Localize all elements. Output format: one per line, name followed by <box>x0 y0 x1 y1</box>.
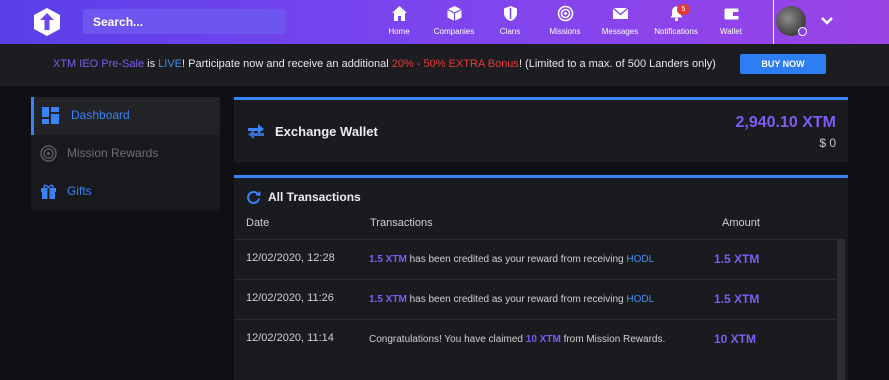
notification-badge: 5 <box>677 4 690 15</box>
target-icon <box>40 145 57 167</box>
chevron-down-icon[interactable] <box>820 14 834 33</box>
desc-amount: 1.5 XTM <box>369 254 407 265</box>
avatar-status-dot <box>798 27 807 36</box>
refresh-icon[interactable] <box>246 190 261 210</box>
profile-divider <box>773 0 774 44</box>
transaction-description: 1.5 XTM has been credited as your reward… <box>369 292 699 308</box>
wallet-amount: 2,940.10 XTM <box>735 114 837 131</box>
desc-link[interactable]: HODL <box>626 254 654 265</box>
nav-notifications-label: Notifications <box>654 27 698 36</box>
gift-icon <box>40 183 57 205</box>
transactions-scrollbar[interactable] <box>837 239 845 380</box>
sidebar-item-dashboard[interactable]: Dashboard <box>31 97 220 135</box>
nav-wallet-label: Wallet <box>720 27 742 36</box>
transaction-description: 1.5 XTM has been credited as your reward… <box>369 252 699 268</box>
banner-mid: ! Participate now and receive an additio… <box>182 58 392 70</box>
logo-icon[interactable] <box>32 7 62 37</box>
transactions-card: All Transactions Date Transactions Amoun… <box>234 175 848 380</box>
nav-home[interactable]: Home <box>383 4 415 40</box>
desc-pre: Congratulations! You have claimed <box>369 334 526 345</box>
shield-icon <box>492 5 528 25</box>
transaction-description: Congratulations! You have claimed 10 XTM… <box>369 332 669 348</box>
table-row: 12/02/2020, 11:26 1.5 XTM has been credi… <box>234 279 836 319</box>
bell-icon <box>651 5 701 25</box>
exchange-wallet-card: Exchange Wallet 2,940.10 XTM $ 0 <box>234 97 848 162</box>
nav-home-label: Home <box>388 27 410 36</box>
dashboard-icon <box>42 107 59 129</box>
nav-companies-label: Companies <box>433 27 475 36</box>
nav-clans-label: Clans <box>499 27 521 36</box>
banner-is: is <box>144 58 159 70</box>
column-header-amount: Amount <box>722 217 760 229</box>
nav-missions-label: Missions <box>549 27 581 36</box>
transaction-date: 12/02/2020, 11:26 <box>246 292 334 304</box>
banner-end: ! (Limited to a max. of 500 Landers only… <box>518 58 716 70</box>
search-input[interactable]: Search... <box>83 9 286 34</box>
sidebar-item-label: Dashboard <box>71 108 130 122</box>
transaction-date: 12/02/2020, 12:28 <box>246 252 335 264</box>
sidebar-item-mission-rewards[interactable]: Mission Rewards <box>31 135 220 173</box>
nav-clans[interactable]: Clans <box>492 4 528 40</box>
nav-messages-label: Messages <box>601 27 639 36</box>
target-icon <box>545 5 585 25</box>
nav-wallet[interactable]: Wallet <box>716 4 746 40</box>
column-header-transactions: Transactions <box>370 217 433 229</box>
transaction-amount: 1.5 XTM <box>714 252 760 266</box>
exchange-arrows-icon <box>246 122 266 145</box>
sidebar-item-label: Mission Rewards <box>67 146 159 160</box>
banner-live: LIVE <box>158 58 182 70</box>
table-row: 12/02/2020, 12:28 1.5 XTM has been credi… <box>234 239 836 279</box>
transaction-amount: 1.5 XTM <box>714 292 760 306</box>
desc-mid: has been credited as your reward from re… <box>406 254 627 265</box>
banner-xtm: XTM IEO Pre-Sale <box>53 58 145 70</box>
cube-icon <box>430 5 478 25</box>
desc-mid: from Mission Rewards. <box>560 334 666 345</box>
sidebar-item-label: Gifts <box>67 184 92 198</box>
sidebar-item-gifts[interactable]: Gifts <box>31 173 220 211</box>
home-icon <box>383 5 415 25</box>
desc-mid: has been credited as your reward from re… <box>406 294 627 305</box>
table-row: 12/02/2020, 11:14 Congratulations! You h… <box>234 319 836 380</box>
transaction-date: 12/02/2020, 11:14 <box>246 332 334 344</box>
wallet-title: Exchange Wallet <box>275 124 378 139</box>
desc-amount: 10 XTM <box>525 334 561 345</box>
column-header-date: Date <box>246 217 270 229</box>
buy-now-button[interactable]: BUY NOW <box>740 54 826 74</box>
nav-companies[interactable]: Companies <box>430 4 478 40</box>
wallet-usd-value: $ 0 <box>819 136 836 150</box>
nav-messages[interactable]: Messages <box>599 4 641 40</box>
transaction-amount: 10 XTM <box>714 332 757 346</box>
wallet-icon <box>716 5 746 25</box>
nav-missions[interactable]: Missions <box>545 4 585 40</box>
desc-link[interactable]: HODL <box>626 294 654 305</box>
top-navbar: Search... Home Companies Clans Missions … <box>0 0 889 44</box>
envelope-icon <box>599 5 641 25</box>
banner-bonus: 20% - 50% EXTRA Bonus <box>391 58 519 70</box>
nav-notifications[interactable]: 5 Notifications <box>651 4 701 40</box>
desc-amount: 1.5 XTM <box>369 294 407 305</box>
banner-text: XTM IEO Pre-Sale is LIVE! Participate no… <box>53 58 716 70</box>
transactions-title: All Transactions <box>268 190 361 204</box>
